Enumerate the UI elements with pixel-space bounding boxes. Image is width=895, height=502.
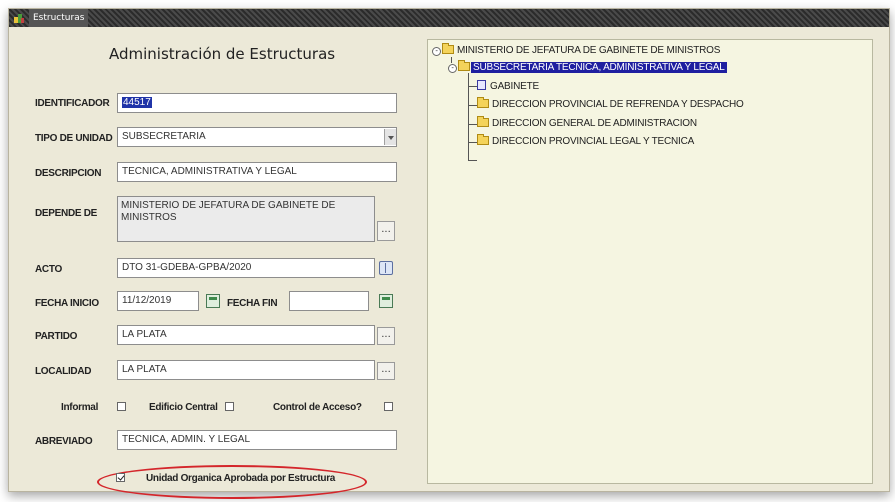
fecha-fin-label: FECHA FIN (227, 298, 278, 309)
partido-field[interactable]: LA PLATA (117, 325, 375, 345)
collapse-toggle-icon[interactable]: - (432, 47, 441, 56)
tipo-unidad-label: TIPO DE UNIDAD (35, 133, 113, 144)
tree-node-root[interactable]: - MINISTERIO DE JEFATURA DE GABINETE DE M… (432, 43, 722, 56)
depende-de-field: MINISTERIO DE JEFATURA DE GABINETE DE MI… (117, 196, 375, 242)
partido-label: PARTIDO (35, 331, 78, 342)
depende-de-label: DEPENDE DE (35, 208, 98, 219)
tree-node-legal-tecnica[interactable]: DIRECCION PROVINCIAL LEGAL Y TECNICA (477, 134, 696, 147)
identificador-value: 44517 (122, 97, 152, 108)
book-icon[interactable] (379, 261, 393, 275)
fecha-inicio-label: FECHA INICIO (35, 298, 99, 309)
descripcion-label: DESCRIPCION (35, 168, 102, 179)
window-title: Estructuras (29, 9, 89, 27)
unidad-aprobada-label: Unidad Organica Aprobada por Estructura (146, 473, 336, 484)
tree-node-selected[interactable]: - SUBSECRETARIA TECNICA, ADMINISTRATIVA Y… (448, 60, 727, 73)
partido-browse-button[interactable]: ... (377, 327, 395, 345)
tree-node-selected-label: SUBSECRETARIA TECNICA, ADMINISTRATIVA Y … (471, 62, 727, 73)
folder-open-icon (442, 43, 454, 54)
tree-node-gabinete[interactable]: GABINETE (477, 80, 541, 92)
fecha-inicio-calendar-icon[interactable] (206, 294, 220, 308)
tree-node-label: GABINETE (490, 81, 539, 92)
title-bar: Estructuras (9, 9, 889, 27)
tipo-unidad-dropdown-arrow-icon[interactable] (384, 129, 396, 145)
descripcion-field[interactable]: TECNICA, ADMINISTRATIVA Y LEGAL (117, 162, 397, 182)
acto-value: DTO 31-GDEBA-GPBA/2020 (122, 262, 252, 273)
control-acceso-label: Control de Acceso? (273, 402, 362, 413)
document-icon (477, 80, 486, 90)
tree-node-label: DIRECCION GENERAL DE ADMINISTRACION (492, 118, 697, 129)
edificio-central-label: Edificio Central (149, 402, 218, 413)
collapse-toggle-icon[interactable]: - (448, 64, 457, 73)
fecha-fin-calendar-icon[interactable] (379, 294, 393, 308)
fecha-inicio-field[interactable]: 11/12/2019 (117, 291, 199, 311)
descripcion-value: TECNICA, ADMINISTRATIVA Y LEGAL (122, 166, 297, 177)
localidad-value: LA PLATA (122, 364, 167, 375)
tipo-unidad-select[interactable]: SUBSECRETARIA (117, 127, 397, 147)
folder-open-icon (458, 60, 470, 71)
abreviado-field[interactable]: TECNICA, ADMIN. Y LEGAL (117, 430, 397, 450)
depende-de-value: MINISTERIO DE JEFATURA DE GABINETE DE MI… (121, 200, 336, 223)
structure-tree-panel[interactable]: - MINISTERIO DE JEFATURA DE GABINETE DE M… (427, 39, 873, 484)
partido-value: LA PLATA (122, 329, 167, 340)
folder-icon (477, 97, 489, 108)
edificio-central-checkbox[interactable] (225, 402, 234, 411)
acto-field[interactable]: DTO 31-GDEBA-GPBA/2020 (117, 258, 375, 278)
estructuras-window: Estructuras Administración de Estructura… (8, 8, 890, 499)
tree-node-refrenda[interactable]: DIRECCION PROVINCIAL DE REFRENDA Y DESPA… (477, 97, 746, 110)
abreviado-label: ABREVIADO (35, 436, 93, 447)
depende-de-browse-button[interactable]: ... (377, 221, 395, 241)
folder-icon (477, 116, 489, 127)
fecha-fin-field[interactable] (289, 291, 369, 311)
identificador-label: IDENTIFICADOR (35, 98, 110, 109)
app-icon (14, 14, 24, 23)
informal-checkbox[interactable] (117, 402, 126, 411)
abreviado-value: TECNICA, ADMIN. Y LEGAL (122, 434, 251, 445)
acto-label: ACTO (35, 264, 62, 275)
unidad-aprobada-checkbox[interactable] (116, 473, 125, 482)
control-acceso-checkbox[interactable] (384, 402, 393, 411)
folder-icon (477, 134, 489, 145)
informal-label: Informal (61, 402, 99, 413)
tipo-unidad-value: SUBSECRETARIA (122, 131, 206, 142)
form-heading: Administración de Estructuras (109, 45, 336, 63)
tree-node-label: DIRECCION PROVINCIAL LEGAL Y TECNICA (492, 136, 695, 147)
tree-node-root-label: MINISTERIO DE JEFATURA DE GABINETE DE MI… (457, 45, 721, 56)
identificador-field[interactable]: 44517 (117, 93, 397, 113)
fecha-inicio-value: 11/12/2019 (122, 295, 172, 306)
localidad-field[interactable]: LA PLATA (117, 360, 375, 380)
localidad-browse-button[interactable]: ... (377, 362, 395, 380)
tree-node-label: DIRECCION PROVINCIAL DE REFRENDA Y DESPA… (492, 99, 744, 110)
tree-node-administracion[interactable]: DIRECCION GENERAL DE ADMINISTRACION (477, 116, 699, 129)
localidad-label: LOCALIDAD (35, 366, 92, 377)
